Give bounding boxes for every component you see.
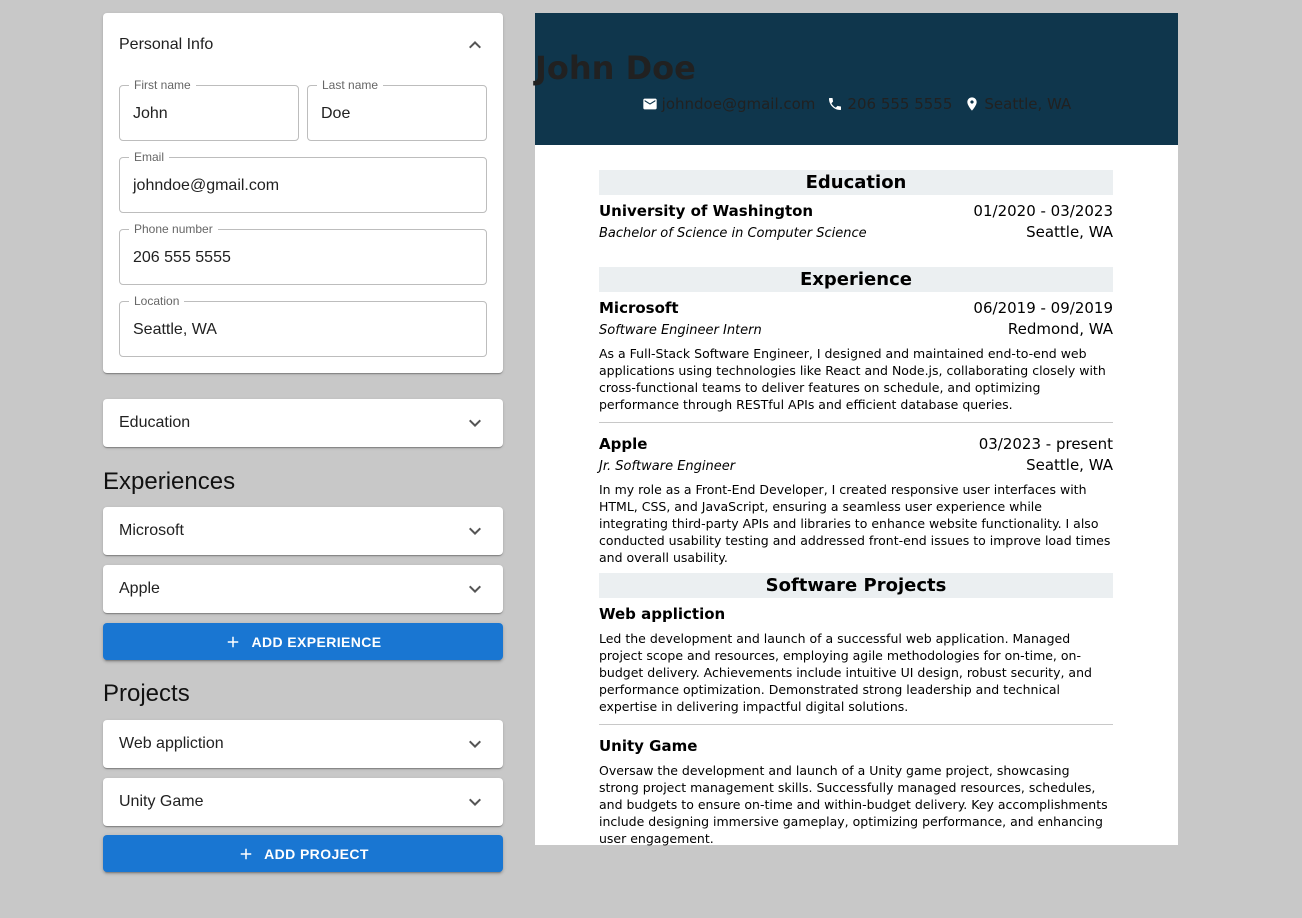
project-item-unity: Unity Game <box>103 778 503 826</box>
project-name: Unity Game <box>599 737 698 755</box>
experiences-heading: Experiences <box>103 468 236 495</box>
add-experience-button[interactable]: ADD EXPERIENCE <box>103 623 503 660</box>
experience-company: Apple <box>599 435 648 453</box>
education-school: University of Washington <box>599 202 814 220</box>
phone-field[interactable]: Phone number 206 555 5555 <box>119 222 487 285</box>
experience-item-label: Microsoft <box>119 522 184 539</box>
experience-company: Microsoft <box>599 299 679 317</box>
phone-value: 206 555 5555 <box>133 249 231 266</box>
education-header[interactable]: Education <box>103 399 503 447</box>
resume-body: Education University of Washington 01/20… <box>599 13 1113 846</box>
experience-entry-header: Microsoft 06/2019 - 09/2019 <box>599 299 1113 317</box>
personal-info-panel: Personal Info First name John Last name … <box>103 13 503 373</box>
experience-role: Software Engineer Intern <box>599 323 762 338</box>
projects-heading: Projects <box>103 680 190 707</box>
project-item-header[interactable]: Web appliction <box>103 720 503 768</box>
last-name-label: Last name <box>317 78 384 92</box>
chevron-down-icon <box>463 577 487 601</box>
first-name-value: John <box>133 105 168 122</box>
chevron-down-icon <box>463 411 487 435</box>
resume-experience-heading: Experience <box>599 267 1113 292</box>
first-name-field[interactable]: First name John <box>119 78 299 141</box>
experience-item-header[interactable]: Microsoft <box>103 507 503 555</box>
resume-projects-heading: Software Projects <box>599 573 1113 598</box>
education-location: Seattle, WA <box>1026 223 1113 241</box>
project-entry-header: Web appliction <box>599 605 1113 623</box>
experience-dates: 03/2023 - present <box>978 435 1113 453</box>
resume-preview: John Doe johndoe@gmail.com 206 555 5555 … <box>535 13 1178 846</box>
add-experience-label: ADD EXPERIENCE <box>251 633 382 650</box>
experience-location: Seattle, WA <box>1026 456 1113 474</box>
experience-item-header[interactable]: Apple <box>103 565 503 613</box>
resume-education-heading: Education <box>599 170 1113 195</box>
experience-description: As a Full-Stack Software Engineer, I des… <box>599 346 1106 412</box>
project-item-label: Web appliction <box>119 735 224 752</box>
chevron-up-icon <box>463 33 487 57</box>
education-title: Education <box>119 414 191 431</box>
location-label: Location <box>129 294 185 308</box>
education-dates: 01/2020 - 03/2023 <box>973 202 1113 220</box>
experience-entry-header: Apple 03/2023 - present <box>599 435 1113 453</box>
experience-role: Jr. Software Engineer <box>599 459 736 474</box>
project-name: Web appliction <box>599 605 726 623</box>
education-degree: Bachelor of Science in Computer Science <box>599 226 867 241</box>
last-name-field[interactable]: Last name Doe <box>307 78 487 141</box>
first-name-label: First name <box>129 78 196 92</box>
education-panel: Education <box>103 399 503 447</box>
experience-item-label: Apple <box>119 580 160 597</box>
experience-item-apple: Apple <box>103 565 503 613</box>
last-name-value: Doe <box>321 105 351 122</box>
entry-divider <box>599 422 1113 423</box>
plus-icon <box>240 848 252 859</box>
email-value: johndoe@gmail.com <box>133 177 280 194</box>
experience-entry-sub: Jr. Software Engineer Seattle, WA <box>599 456 1113 474</box>
experience-dates: 06/2019 - 09/2019 <box>973 299 1113 317</box>
project-entry-header: Unity Game <box>599 737 1113 755</box>
chevron-down-icon <box>463 519 487 543</box>
personal-info-title: Personal Info <box>119 36 214 53</box>
location-value: Seattle, WA <box>133 321 217 338</box>
experience-description: In my role as a Front-End Developer, I c… <box>599 482 1111 565</box>
plus-icon <box>228 636 239 647</box>
experience-location: Redmond, WA <box>1007 320 1113 338</box>
entry-divider <box>599 724 1113 725</box>
chevron-down-icon <box>463 732 487 756</box>
project-item-web: Web appliction <box>103 720 503 768</box>
location-field[interactable]: Location Seattle, WA <box>119 294 487 357</box>
project-item-header[interactable]: Unity Game <box>103 778 503 826</box>
email-field[interactable]: Email johndoe@gmail.com <box>119 150 487 213</box>
chevron-down-icon <box>463 790 487 814</box>
education-entry-sub: Bachelor of Science in Computer Science … <box>599 223 1113 241</box>
personal-info-header[interactable]: Personal Info <box>103 13 503 77</box>
add-project-label: ADD PROJECT <box>264 845 369 862</box>
project-description: Led the development and launch of a succ… <box>599 631 1092 714</box>
education-entry-header: University of Washington 01/2020 - 03/20… <box>599 202 1113 220</box>
experience-item-microsoft: Microsoft <box>103 507 503 555</box>
phone-label: Phone number <box>129 222 218 236</box>
project-description: Oversaw the development and launch of a … <box>599 763 1108 846</box>
project-item-label: Unity Game <box>119 793 204 810</box>
experience-entry-sub: Software Engineer Intern Redmond, WA <box>599 320 1113 338</box>
add-project-button[interactable]: ADD PROJECT <box>103 835 503 872</box>
email-label: Email <box>129 150 170 164</box>
